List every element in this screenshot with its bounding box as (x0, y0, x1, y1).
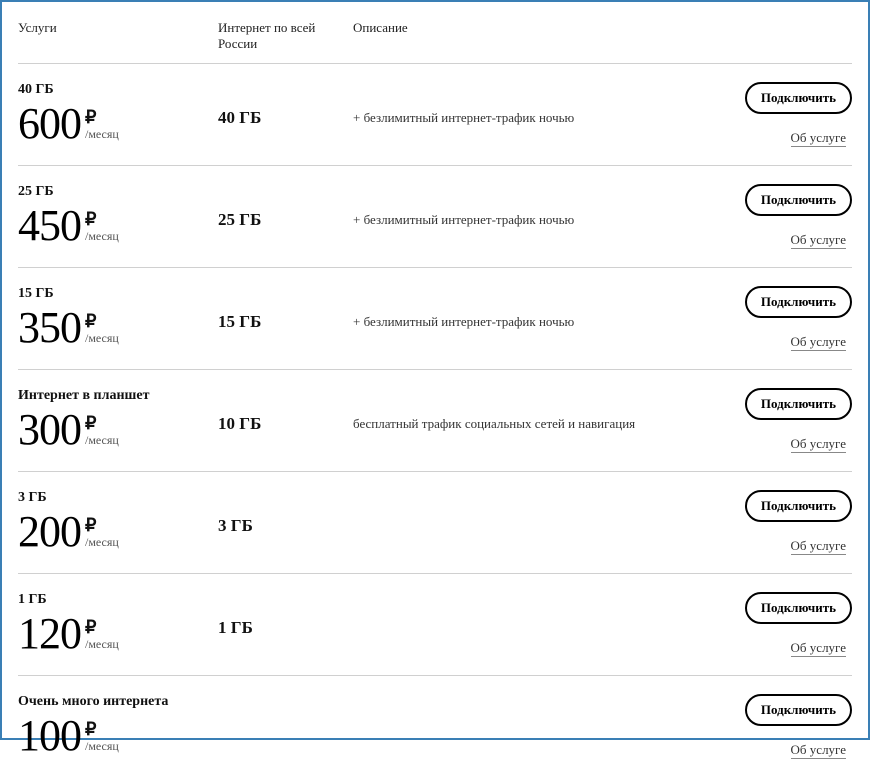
connect-button[interactable]: Подключить (745, 286, 852, 318)
per-month-label: /месяц (85, 230, 119, 243)
ruble-icon: ₽ (85, 720, 119, 740)
connect-button[interactable]: Подключить (745, 82, 852, 114)
plan-description: + безлимитный интернет-трафик ночью (353, 184, 732, 228)
about-service-link[interactable]: Об услуге (791, 742, 846, 759)
plan-title: Интернет в планшет (18, 388, 218, 404)
about-service-link[interactable]: Об услуге (791, 436, 846, 453)
plan-data-amount: 40 ГБ (218, 82, 353, 128)
plan-price: 100 (18, 716, 81, 756)
connect-button[interactable]: Подключить (745, 490, 852, 522)
per-month-label: /месяц (85, 740, 119, 753)
plan-price: 600 (18, 104, 81, 144)
connect-button[interactable]: Подключить (745, 694, 852, 726)
plan-description (353, 694, 732, 722)
plan-row: 15 ГБ350₽/месяц15 ГБ+ безлимитный интерн… (18, 268, 852, 370)
plan-description: + безлимитный интернет-трафик ночью (353, 82, 732, 126)
about-service-link[interactable]: Об услуге (791, 130, 846, 147)
plan-data-amount: 10 ГБ (218, 388, 353, 434)
connect-button[interactable]: Подключить (745, 184, 852, 216)
header-data-line1: Интернет по всей (218, 20, 315, 35)
plan-row: 1 ГБ 120₽/месяц 1 ГБ Подключить Об услуге (18, 574, 852, 676)
header-data: Интернет по всей России (218, 20, 353, 51)
plan-title: Очень много интернета (18, 694, 218, 710)
plan-row: 25 ГБ450₽/месяц25 ГБ+ безлимитный интерн… (18, 166, 852, 268)
plan-data-amount: 1 ГБ (218, 592, 353, 638)
plan-data-amount: 25 ГБ (218, 184, 353, 230)
plan-title: 25 ГБ (18, 184, 218, 200)
connect-button[interactable]: Подключить (745, 592, 852, 624)
plan-data-amount: 15 ГБ (218, 286, 353, 332)
plan-row: 40 ГБ600₽/месяц40 ГБ+ безлимитный интерн… (18, 64, 852, 166)
plan-title: 15 ГБ (18, 286, 218, 302)
per-month-label: /месяц (85, 128, 119, 141)
plan-data-amount: 3 ГБ (218, 490, 353, 536)
plan-description: + безлимитный интернет-трафик ночью (353, 286, 732, 330)
plan-price: 300 (18, 410, 81, 450)
plan-title: 1 ГБ (18, 592, 218, 608)
plan-price: 120 (18, 614, 81, 654)
about-service-link[interactable]: Об услуге (791, 640, 846, 657)
per-month-label: /месяц (85, 638, 119, 651)
plan-description: бесплатный трафик социальных сетей и нав… (353, 388, 732, 432)
plan-data-amount (218, 694, 353, 720)
connect-button[interactable]: Подключить (745, 388, 852, 420)
ruble-icon: ₽ (85, 312, 119, 332)
plan-price: 200 (18, 512, 81, 552)
about-service-link[interactable]: Об услуге (791, 232, 846, 249)
plan-row: Очень много интернета 100₽/месяц Подключит… (18, 676, 852, 777)
plan-title: 40 ГБ (18, 82, 218, 98)
header-service: Услуги (18, 20, 218, 51)
about-service-link[interactable]: Об услуге (791, 334, 846, 351)
ruble-icon: ₽ (85, 516, 119, 536)
plan-row: Интернет в планшет 300₽/месяц 10 ГБбесплат… (18, 370, 852, 472)
ruble-icon: ₽ (85, 414, 119, 434)
ruble-icon: ₽ (85, 108, 119, 128)
header-description: Описание (353, 20, 732, 51)
per-month-label: /месяц (85, 536, 119, 549)
ruble-icon: ₽ (85, 618, 119, 638)
plan-row: 3 ГБ 200₽/месяц 3 ГБ Подключить Об услуге (18, 472, 852, 574)
plan-price: 450 (18, 206, 81, 246)
ruble-icon: ₽ (85, 210, 119, 230)
plan-description (353, 490, 732, 518)
plan-description (353, 592, 732, 620)
per-month-label: /месяц (85, 332, 119, 345)
plan-price: 350 (18, 308, 81, 348)
plan-title: 3 ГБ (18, 490, 218, 506)
table-header: Услуги Интернет по всей России Описание (18, 2, 852, 64)
per-month-label: /месяц (85, 434, 119, 447)
header-data-line2: России (218, 36, 257, 51)
about-service-link[interactable]: Об услуге (791, 538, 846, 555)
